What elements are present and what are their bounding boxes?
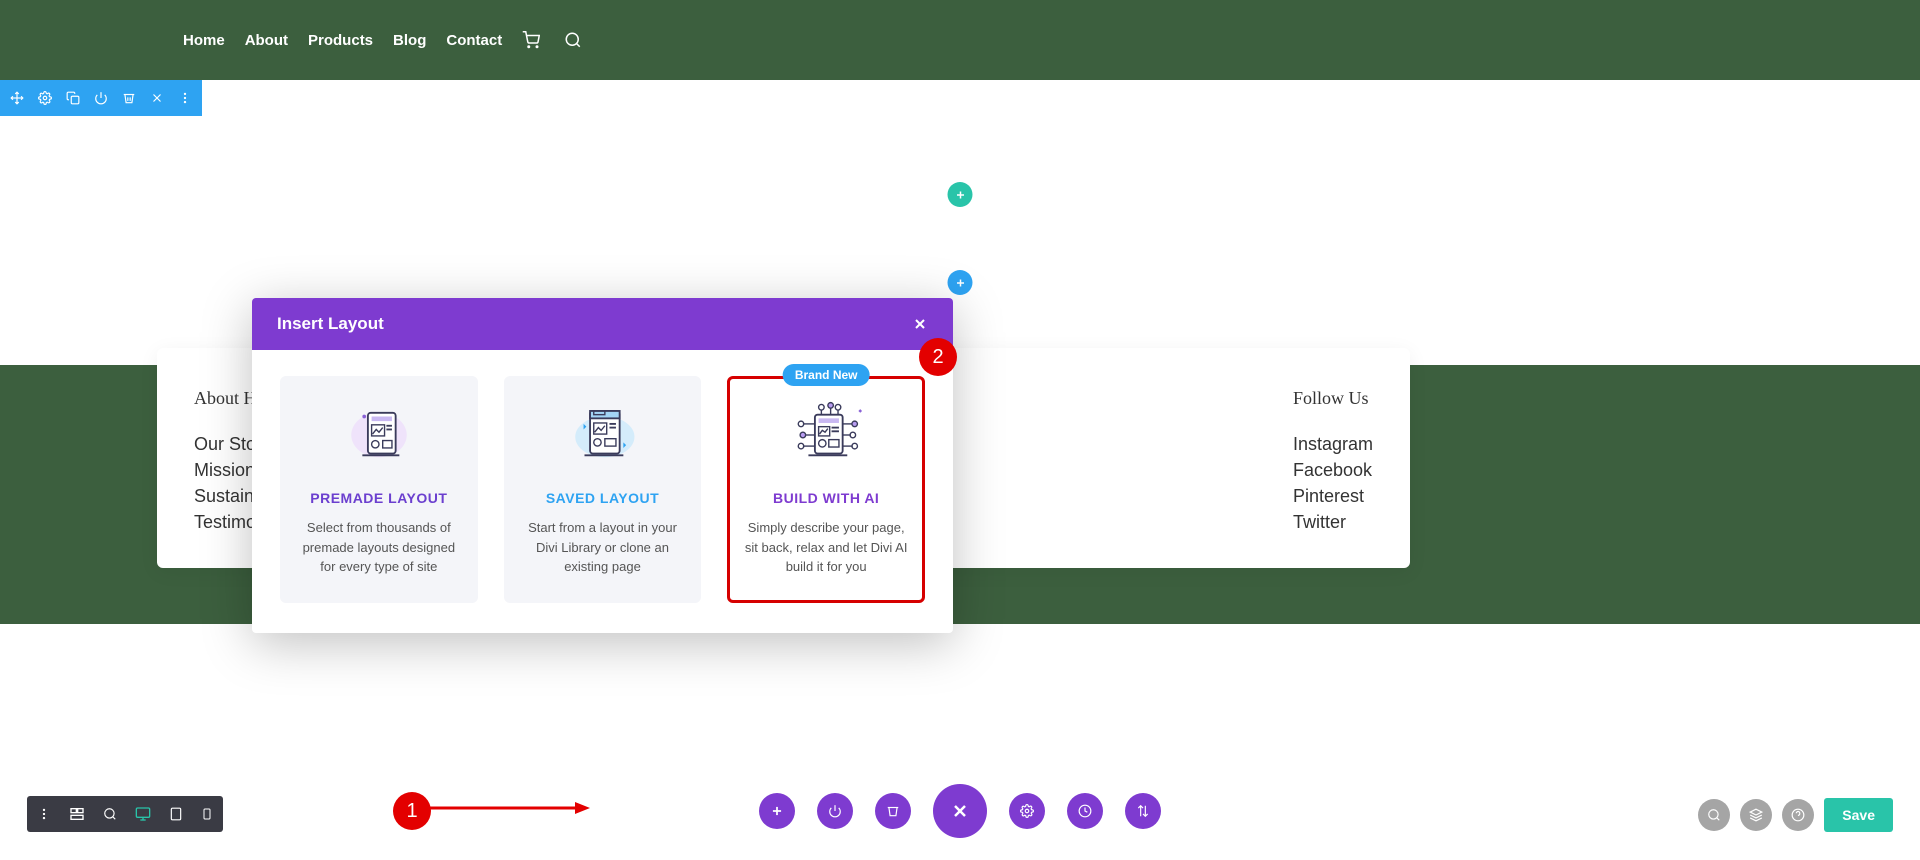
nav-blog[interactable]: Blog xyxy=(393,32,426,49)
layout-card-desc: Start from a layout in your Divi Library… xyxy=(520,518,686,577)
bottom-center-toolbar xyxy=(759,784,1161,838)
save-button[interactable]: Save xyxy=(1824,798,1893,832)
desktop-icon[interactable] xyxy=(135,806,151,822)
section-toolbar xyxy=(0,80,202,116)
trash-icon[interactable] xyxy=(122,91,136,105)
close-icon[interactable] xyxy=(912,316,928,332)
search-button[interactable] xyxy=(1698,799,1730,831)
footer-link[interactable]: Pinterest xyxy=(1293,483,1373,509)
footer-link[interactable]: Instagram xyxy=(1293,431,1373,457)
layers-button[interactable] xyxy=(1740,799,1772,831)
footer-heading: Follow Us xyxy=(1293,388,1373,409)
duplicate-icon[interactable] xyxy=(66,91,80,105)
insert-layout-modal: Insert Layout PREMADE LAYOUT Select from… xyxy=(252,298,953,633)
tablet-icon[interactable] xyxy=(169,806,183,822)
layout-icon xyxy=(520,398,686,472)
footer-col-follow: Follow Us Instagram Facebook Pinterest T… xyxy=(1293,388,1373,528)
footer-link[interactable]: Twitter xyxy=(1293,509,1373,535)
layout-card-title: BUILD WITH AI xyxy=(743,490,909,506)
gear-icon[interactable] xyxy=(38,91,52,105)
nav-contact[interactable]: Contact xyxy=(446,32,502,49)
trash-button[interactable] xyxy=(875,793,911,829)
layout-card-title: PREMADE LAYOUT xyxy=(296,490,462,506)
add-row-button[interactable] xyxy=(948,270,973,295)
sort-button[interactable] xyxy=(1125,793,1161,829)
add-button[interactable] xyxy=(759,793,795,829)
nav-products[interactable]: Products xyxy=(308,32,373,49)
saved-layout-card[interactable]: SAVED LAYOUT Start from a layout in your… xyxy=(504,376,702,603)
brand-new-badge: Brand New xyxy=(783,364,870,386)
cart-icon[interactable] xyxy=(522,31,540,49)
top-nav: Home About Products Blog Contact xyxy=(0,0,1920,80)
build-with-ai-card[interactable]: Brand New BUILD WITH AI Simply describe … xyxy=(727,376,925,603)
modal-body: PREMADE LAYOUT Select from thousands of … xyxy=(252,350,953,633)
move-icon[interactable] xyxy=(10,91,24,105)
layout-icon xyxy=(743,398,909,472)
more-vertical-icon[interactable] xyxy=(37,807,51,821)
more-vertical-icon[interactable] xyxy=(178,91,192,105)
history-button[interactable] xyxy=(1067,793,1103,829)
layout-card-title: SAVED LAYOUT xyxy=(520,490,686,506)
modal-header[interactable]: Insert Layout xyxy=(252,298,953,350)
layout-card-desc: Simply describe your page, sit back, rel… xyxy=(743,518,909,577)
nav-about[interactable]: About xyxy=(245,32,288,49)
nav-home[interactable]: Home xyxy=(183,32,225,49)
layout-card-desc: Select from thousands of premade layouts… xyxy=(296,518,462,577)
bottom-right-toolbar: Save xyxy=(1698,798,1893,832)
wireframe-icon[interactable] xyxy=(69,806,85,822)
power-icon[interactable] xyxy=(94,91,108,105)
help-button[interactable] xyxy=(1782,799,1814,831)
close-icon[interactable] xyxy=(150,91,164,105)
footer-link[interactable]: Facebook xyxy=(1293,457,1373,483)
zoom-icon[interactable] xyxy=(103,807,117,821)
close-panel-button[interactable] xyxy=(933,784,987,838)
settings-button[interactable] xyxy=(1009,793,1045,829)
bottom-left-toolbar xyxy=(27,796,223,832)
annotation-1: 1 xyxy=(393,792,431,830)
premade-layout-card[interactable]: PREMADE LAYOUT Select from thousands of … xyxy=(280,376,478,603)
modal-title: Insert Layout xyxy=(277,314,384,334)
annotation-2: 2 xyxy=(919,338,957,376)
layout-icon xyxy=(296,398,462,472)
add-section-button[interactable] xyxy=(948,182,973,207)
phone-icon[interactable] xyxy=(201,806,213,822)
search-icon[interactable] xyxy=(564,31,582,49)
annotation-arrow xyxy=(430,798,590,818)
power-button[interactable] xyxy=(817,793,853,829)
